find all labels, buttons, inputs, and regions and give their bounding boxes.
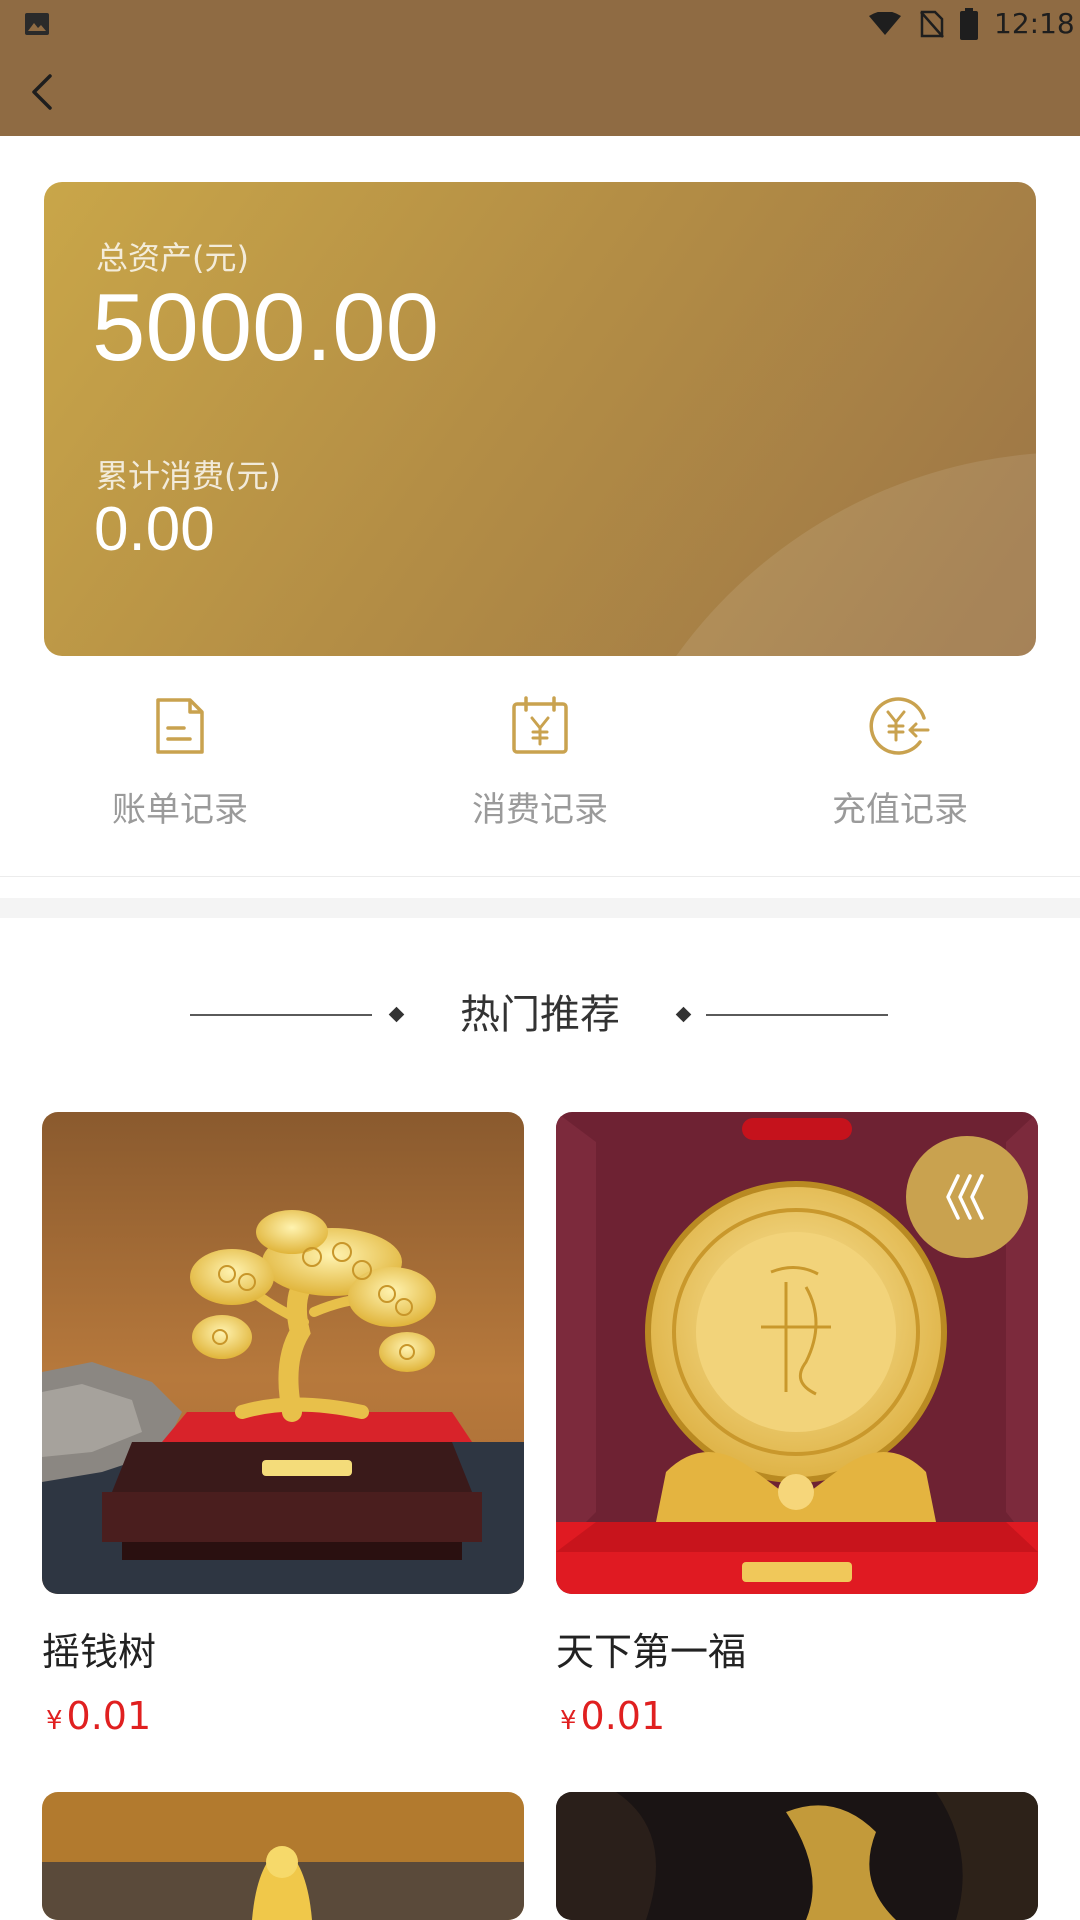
battery-icon [960, 8, 978, 40]
price-value: 0.01 [580, 1694, 666, 1738]
total-spent-value: 0.00 [94, 495, 215, 564]
share-button[interactable] [906, 1136, 1028, 1258]
bill-records-label: 账单记录 [112, 790, 248, 830]
product-card-partial-right[interactable] [556, 1792, 1038, 1920]
total-spent-label: 累计消费(元) [96, 457, 281, 495]
bill-records-button[interactable]: 账单记录 [0, 680, 360, 876]
calendar-yuan-icon [512, 696, 568, 754]
total-assets-value: 5000.00 [92, 274, 440, 381]
recharge-records-label: 充值记录 [832, 790, 968, 830]
section-header: 热门推荐 [0, 980, 1080, 1050]
total-assets-label: 总资产(元) [96, 239, 249, 277]
title-line-left [190, 1014, 372, 1016]
product-image-partial[interactable] [42, 1792, 524, 1920]
currency-symbol: ¥ [560, 1706, 577, 1736]
product-name: 天下第一福 [556, 1630, 747, 1674]
title-line-right [706, 1014, 888, 1016]
screen: 12:18 总资产(元) 5000.00 累计消费(元) 0.00 账单记录 消… [0, 0, 1080, 1920]
product-card-money-tree[interactable]: 摇钱树 ¥0.01 [42, 1112, 524, 1752]
wifi-icon [869, 12, 901, 35]
product-picture-partial [556, 1792, 1038, 1920]
diamond-icon [388, 1006, 405, 1023]
section-divider [0, 898, 1080, 918]
top-bar: 12:18 [0, 0, 1080, 136]
status-bar: 12:18 [0, 0, 1080, 48]
money-tree-image[interactable] [42, 1112, 524, 1594]
asset-card: 总资产(元) 5000.00 累计消费(元) 0.00 [44, 182, 1036, 656]
currency-symbol: ¥ [46, 1706, 63, 1736]
yuan-refund-icon [869, 697, 930, 755]
back-button[interactable] [20, 64, 64, 120]
recharge-records-button[interactable]: 充值记录 [720, 680, 1080, 876]
status-time: 12:18 [994, 7, 1075, 40]
money-tree-picture [42, 1112, 524, 1594]
document-icon [156, 698, 204, 754]
product-card-partial-left[interactable] [42, 1792, 524, 1920]
no-sim-icon [920, 10, 944, 38]
product-price: ¥0.01 [46, 1694, 151, 1738]
photo-icon [25, 13, 49, 35]
product-price: ¥0.01 [560, 1694, 665, 1738]
quick-actions: 账单记录 消费记录 充值记录 [0, 680, 1080, 877]
spending-records-button[interactable]: 消费记录 [360, 680, 720, 876]
section-title: 热门推荐 [460, 992, 620, 1038]
price-value: 0.01 [66, 1694, 152, 1738]
spending-records-label: 消费记录 [472, 790, 608, 830]
share-chevrons-icon [946, 1174, 984, 1220]
diamond-icon [675, 1006, 692, 1023]
product-name: 摇钱树 [42, 1630, 157, 1674]
product-image-partial[interactable] [556, 1792, 1038, 1920]
product-picture-partial [42, 1792, 524, 1920]
